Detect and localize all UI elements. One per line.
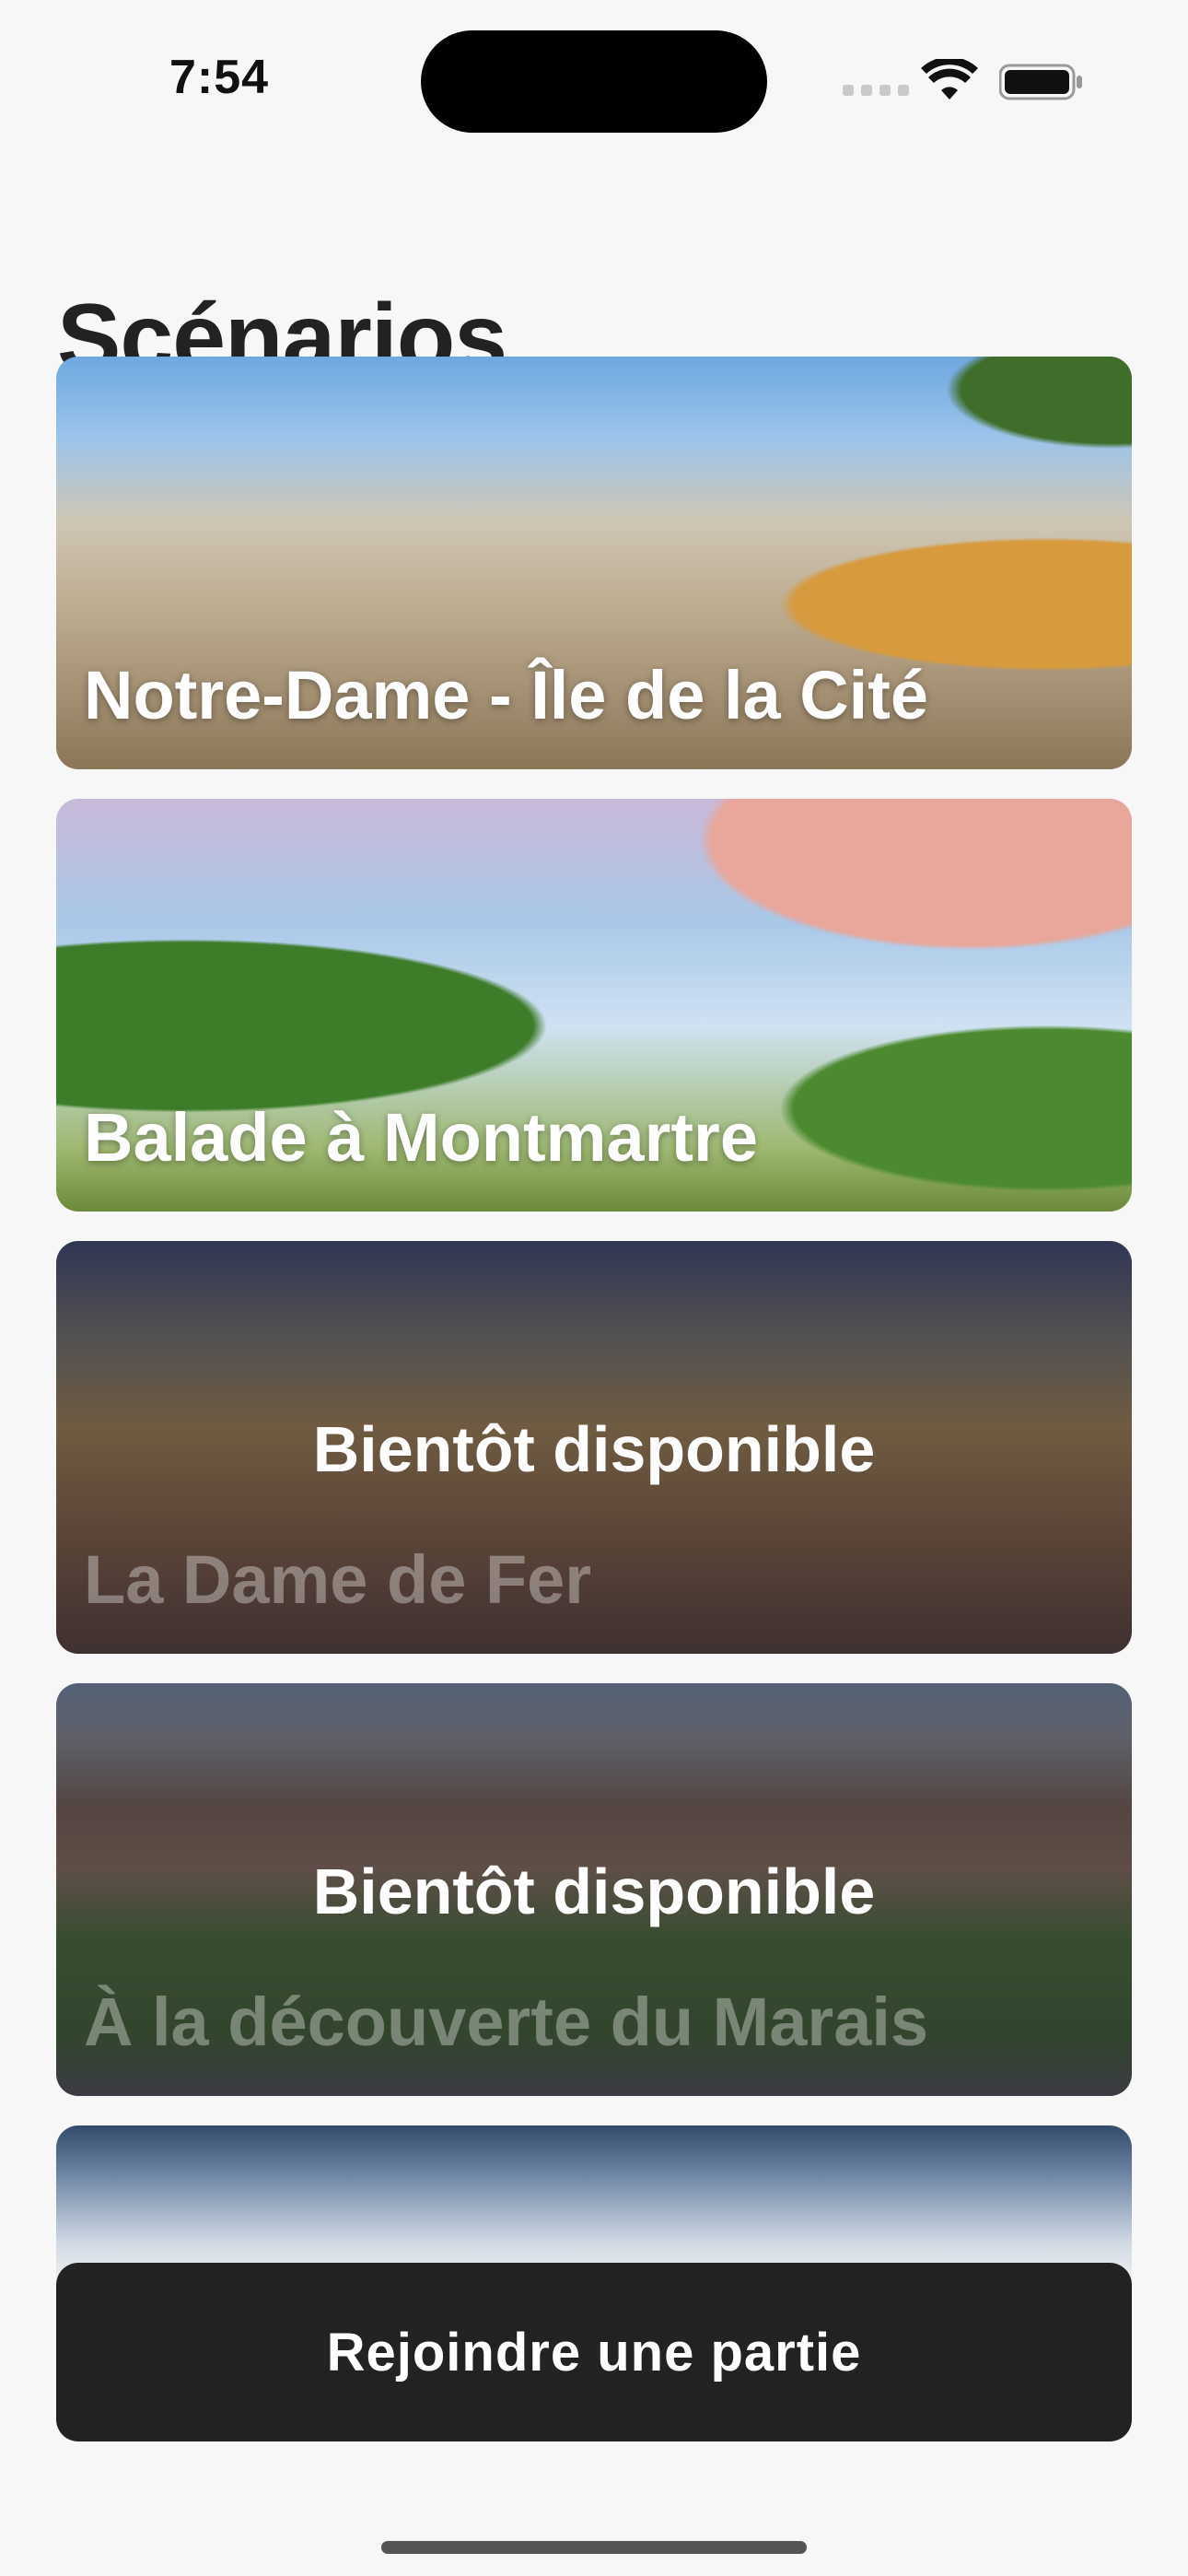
battery-icon xyxy=(999,64,1082,100)
status-bar: 7:54 xyxy=(0,0,1188,157)
status-time: 7:54 xyxy=(169,51,270,104)
scenario-title: Balade à Montmartre xyxy=(84,1099,758,1176)
coming-soon-label: Bientôt disponible xyxy=(312,1856,876,1927)
scenario-card-notre-dame[interactable]: Notre-Dame - Île de la Cité xyxy=(56,357,1132,769)
signal-icon xyxy=(843,85,909,96)
scenario-card-montmartre[interactable]: Balade à Montmartre xyxy=(56,799,1132,1212)
wifi-icon xyxy=(921,59,978,100)
scenario-title: Notre-Dame - Île de la Cité xyxy=(84,657,929,733)
scenario-list: Notre-Dame - Île de la Cité Balade à Mon… xyxy=(56,357,1132,2291)
scenario-title: À la découverte du Marais xyxy=(84,1984,929,2060)
dynamic-island xyxy=(421,30,767,133)
coming-soon-label: Bientôt disponible xyxy=(312,1413,876,1485)
scenario-card-dame-de-fer[interactable]: La Dame de Fer Bientôt disponible xyxy=(56,1241,1132,1654)
scenario-title: La Dame de Fer xyxy=(84,1541,592,1618)
join-game-button[interactable]: Rejoindre une partie xyxy=(56,2263,1132,2441)
scenario-card-marais[interactable]: À la découverte du Marais Bientôt dispon… xyxy=(56,1683,1132,2096)
home-indicator[interactable] xyxy=(381,2541,807,2554)
